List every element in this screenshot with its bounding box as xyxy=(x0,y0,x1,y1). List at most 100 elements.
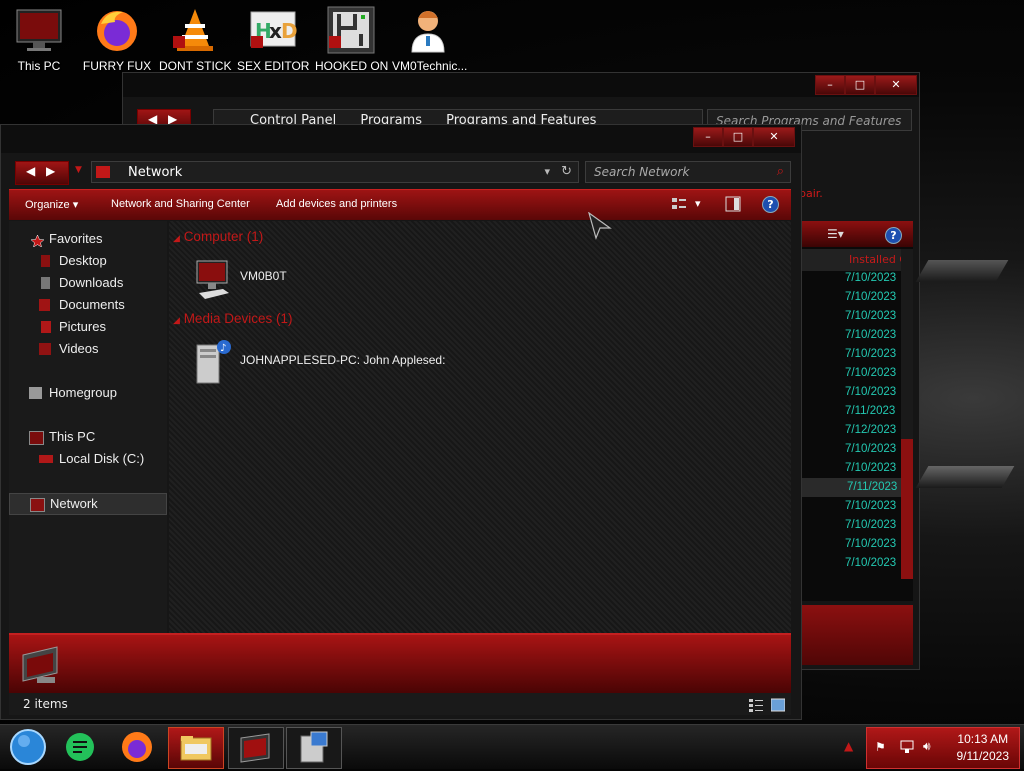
taskbar-network-window[interactable] xyxy=(228,727,284,769)
computer-icon xyxy=(193,259,233,304)
minimize-button[interactable]: – xyxy=(693,127,723,147)
nav-favorites[interactable]: Favorites xyxy=(9,229,165,249)
vertical-scrollbar[interactable] xyxy=(901,249,913,579)
network-status-icon[interactable] xyxy=(899,739,915,758)
start-button[interactable] xyxy=(2,727,56,767)
desktop-icon-label: HOOKED ON xyxy=(315,59,389,73)
help-icon[interactable]: ? xyxy=(762,196,779,213)
desktop-icon-vm0technic[interactable]: VM0Technic... xyxy=(392,6,468,73)
search-icon[interactable]: ⌕ xyxy=(777,164,784,179)
maximize-button[interactable]: □ xyxy=(723,127,753,147)
maze-app-icon xyxy=(327,6,375,54)
details-view-icon[interactable] xyxy=(749,697,763,719)
address-bar[interactable]: Network ▾ ↻ xyxy=(91,161,579,183)
nav-pictures[interactable]: Pictures xyxy=(9,317,165,337)
maximize-button[interactable]: □ xyxy=(845,75,875,95)
recent-locations-icon[interactable]: ▼ xyxy=(75,165,82,175)
forward-arrow-icon[interactable]: ▶ xyxy=(46,164,55,178)
media-server-icon: ♪ xyxy=(193,337,233,388)
group-header-computer[interactable]: ◢ Computer (1) xyxy=(173,229,263,244)
search-placeholder: Search Network xyxy=(594,165,690,179)
desktop-icon-sex-editor[interactable]: HxD SEX EDITOR xyxy=(237,6,309,73)
desktop: This PC FURRY FUX DONT STICK HxD SEX EDI… xyxy=(0,0,1024,724)
network-explorer-window[interactable]: – □ ✕ ◀ ▶ ▼ Network ▾ ↻ Search Network ⌕… xyxy=(0,124,802,720)
nav-homegroup[interactable]: Homegroup xyxy=(9,383,165,403)
details-pane xyxy=(799,605,913,665)
nav-downloads[interactable]: Downloads xyxy=(9,273,165,293)
taskbar-programs-features[interactable] xyxy=(286,727,342,769)
system-tray: ⚑ 🔊︎ 10:13 AM 9/11/2023 xyxy=(866,727,1020,769)
column-header-installed-on[interactable]: Installed O xyxy=(799,249,913,271)
network-icon xyxy=(30,498,45,512)
downloads-icon xyxy=(41,277,50,289)
back-arrow-icon[interactable]: ◀ xyxy=(26,164,35,178)
change-view-icon[interactable] xyxy=(671,196,687,212)
close-button[interactable]: ✕ xyxy=(875,75,917,95)
nav-desktop[interactable]: Desktop xyxy=(9,251,165,271)
view-dropdown-chevron-icon[interactable]: ▾ xyxy=(695,197,701,210)
status-bar: 2 items xyxy=(9,693,791,715)
clock-date: 9/11/2023 xyxy=(956,749,1010,763)
chevron-down-icon[interactable]: ▾ xyxy=(544,165,550,178)
back-forward-buttons[interactable]: ◀ ▶ xyxy=(15,161,69,185)
desktop-icon-hooked-on[interactable]: HOOKED ON xyxy=(315,6,389,73)
command-bar: Organize ▾ Network and Sharing Center Ad… xyxy=(9,189,791,220)
decor-bar xyxy=(915,260,1009,282)
clock[interactable]: 10:13 AM 9/11/2023 xyxy=(957,731,1010,765)
title-bar[interactable]: – □ ✕ xyxy=(123,73,919,97)
network-small-icon xyxy=(96,166,110,178)
repair-text: pair. xyxy=(799,187,823,200)
close-button[interactable]: ✕ xyxy=(753,127,795,147)
desktop-icon-furry-fux[interactable]: FURRY FUX xyxy=(81,6,153,73)
vlc-cone-icon xyxy=(171,6,219,54)
scrollbar-thumb[interactable] xyxy=(901,439,913,579)
refresh-icon[interactable]: ↻ xyxy=(561,164,572,179)
nav-network[interactable]: Network xyxy=(9,493,167,515)
network-large-icon xyxy=(17,643,63,690)
firefox-icon xyxy=(93,6,141,54)
nav-this-pc[interactable]: This PC xyxy=(9,427,165,447)
action-center-flag-icon[interactable]: ⚑ xyxy=(875,740,886,754)
group-header-media-devices[interactable]: ◢ Media Devices (1) xyxy=(173,311,292,326)
mouse-cursor xyxy=(587,211,612,243)
search-input[interactable]: Search Network ⌕ xyxy=(585,161,791,183)
taskbar-file-explorer[interactable] xyxy=(168,727,224,769)
details-pane xyxy=(9,633,791,693)
title-bar[interactable]: – □ ✕ xyxy=(1,125,801,153)
address-text[interactable]: Network xyxy=(128,165,182,180)
volume-icon[interactable]: 🔊︎ xyxy=(923,739,931,754)
network-sharing-center-button[interactable]: Network and Sharing Center xyxy=(111,198,250,210)
content-pane[interactable]: ◢ Computer (1) VM0B0T ◢ Media Devices (1… xyxy=(169,221,791,633)
drive-icon xyxy=(39,455,53,463)
add-devices-printers-button[interactable]: Add devices and printers xyxy=(276,198,397,210)
large-icons-view-icon[interactable] xyxy=(770,697,786,719)
desktop-icon-label: This PC xyxy=(17,59,61,73)
media-device-item[interactable]: ♪ JOHNAPPLESED-PC: John Applesed: xyxy=(193,333,493,389)
decor-bar xyxy=(915,466,1015,488)
organize-button[interactable]: Organize ▾ xyxy=(25,198,78,211)
computer-icon xyxy=(29,431,44,445)
hxd-editor-icon: HxD xyxy=(249,6,298,54)
desktop-icon-label: SEX EDITOR xyxy=(237,59,310,73)
desktop-icon-label: FURRY FUX xyxy=(82,59,152,73)
videos-icon xyxy=(39,343,51,355)
computer-item-vm0b0t[interactable]: VM0B0T xyxy=(193,253,393,303)
minimize-button[interactable]: – xyxy=(815,75,845,95)
list-toolbar: ☰▾ ? xyxy=(799,221,913,247)
view-icon[interactable]: ☰▾ xyxy=(827,227,844,241)
pictures-icon xyxy=(41,321,51,333)
nav-local-disk[interactable]: Local Disk (C:) xyxy=(9,449,165,469)
taskbar-firefox[interactable] xyxy=(110,727,164,767)
nav-documents[interactable]: Documents xyxy=(9,295,165,315)
star-icon xyxy=(30,233,45,248)
taskbar-chat-app[interactable] xyxy=(54,727,108,767)
nav-videos[interactable]: Videos xyxy=(9,339,165,359)
desktop-icon-label: VM0Technic... xyxy=(392,59,468,73)
desktop-icon-dont-stick[interactable]: DONT STICK xyxy=(159,6,231,73)
show-hidden-icons-icon[interactable]: ▲ xyxy=(844,739,853,753)
svg-text:D: D xyxy=(281,19,297,43)
desktop-icon-this-pc[interactable]: This PC xyxy=(3,6,75,73)
installed-date-cell[interactable]: 7/11/2023 xyxy=(801,478,901,497)
help-icon[interactable]: ? xyxy=(885,227,902,244)
preview-pane-icon[interactable] xyxy=(725,196,741,212)
